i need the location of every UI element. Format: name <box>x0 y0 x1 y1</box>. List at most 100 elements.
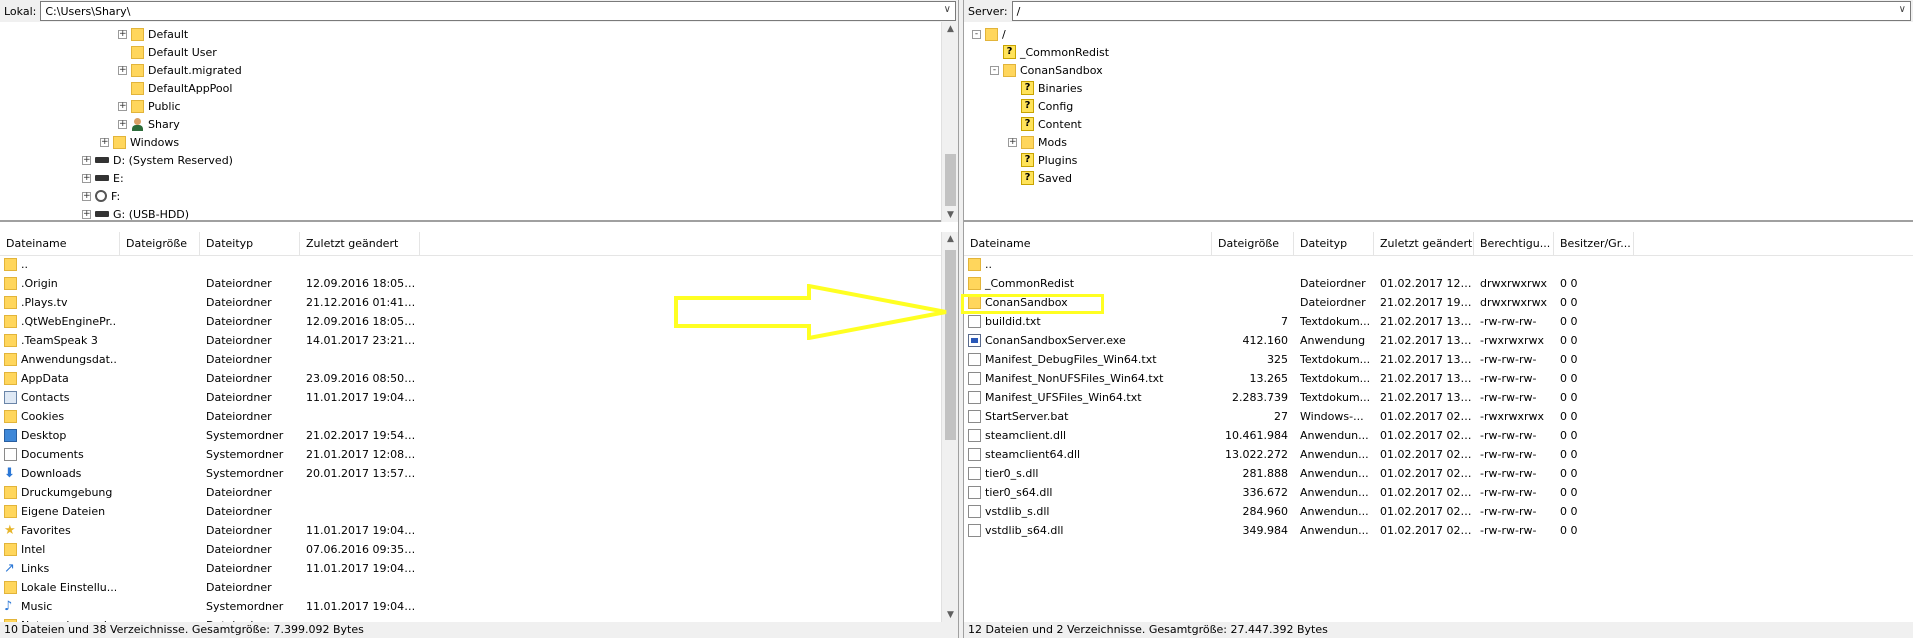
scrollbar-thumb[interactable] <box>945 154 956 206</box>
expand-icon[interactable]: + <box>118 65 127 75</box>
tree-node[interactable]: ? Saved <box>1008 169 1072 187</box>
tree-node-label: D: (System Reserved) <box>113 153 233 167</box>
cell-name: buildid.txt <box>968 312 1208 331</box>
tree-node[interactable]: ? Config <box>1008 97 1073 115</box>
table-row[interactable]: tier0_s64.dll 336.672 Anwendun... 01.02.201… <box>964 483 1913 502</box>
remote-path-input[interactable]: / ∨ <box>1011 1 1911 21</box>
collapse-icon[interactable]: - <box>990 65 999 75</box>
expand-icon[interactable]: + <box>82 155 91 165</box>
table-row[interactable]: ⬇ Downloads Systemordner 20.01.2017 13:57:1… <box>0 464 958 483</box>
table-row[interactable]: Manifest_DebugFiles_Win64.txt 325 Textdoku… <box>964 350 1913 369</box>
table-row[interactable]: ConanSandbox Dateiordner 21.02.2017 19:1..… <box>964 293 1913 312</box>
table-row[interactable]: Eigene Dateien Dateiordner <box>0 502 958 521</box>
file-icon <box>968 429 981 442</box>
tree-node[interactable]: - ConanSandbox <box>990 61 1103 79</box>
table-row[interactable]: Documents Systemordner 21.01.2017 12:08:43 <box>0 445 958 464</box>
table-row[interactable]: Desktop Systemordner 21.02.2017 19:54:18 <box>0 426 958 445</box>
table-row[interactable]: vstdlib_s64.dll 349.984 Anwendun... 01.02.2… <box>964 521 1913 540</box>
expand-icon[interactable]: + <box>82 173 91 183</box>
file-name: Desktop <box>21 429 67 442</box>
column-header[interactable]: Dateigröße <box>1212 232 1294 256</box>
file-name: Eigene Dateien <box>21 505 106 518</box>
expand-icon[interactable]: + <box>118 101 127 111</box>
tree-node[interactable]: - / <box>972 25 1006 43</box>
cell-modified: 11.01.2017 19:04:53 <box>306 600 418 613</box>
column-header-label: Dateigröße <box>1218 237 1280 250</box>
collapse-icon[interactable]: - <box>972 29 981 39</box>
table-row[interactable]: Anwendungsdat... Dateiordner <box>0 350 958 369</box>
column-header[interactable]: Dateiname <box>964 232 1212 256</box>
tree-node[interactable]: ? Content <box>1008 115 1082 133</box>
table-row[interactable]: ↗ Links Dateiordner 11.01.2017 19:04:53 <box>0 559 958 578</box>
file-name: .Origin <box>21 277 58 290</box>
column-header[interactable]: Zuletzt geändert <box>1374 232 1474 256</box>
table-row[interactable]: Manifest_NonUFSFiles_Win64.txt 13.265 Text… <box>964 369 1913 388</box>
column-header[interactable]: Zuletzt geändert <box>300 232 420 256</box>
tree-node-label: G: (USB-HDD) <box>113 207 190 221</box>
tree-node[interactable]: + E: <box>82 169 124 187</box>
table-row[interactable]: vstdlib_s.dll 284.960 Anwendun... 01.02.201… <box>964 502 1913 521</box>
scroll-down-icon[interactable]: ▼ <box>942 610 958 620</box>
table-row[interactable]: Intel Dateiordner 07.06.2016 09:35:08 <box>0 540 958 559</box>
table-row[interactable]: Contacts Dateiordner 11.01.2017 19:04:53 <box>0 388 958 407</box>
table-row[interactable]: ★ Favorites Dateiordner 11.01.2017 19:04:53 <box>0 521 958 540</box>
scroll-up-icon[interactable]: ▲ <box>942 24 958 34</box>
scrollbar-thumb[interactable] <box>945 250 956 440</box>
tree-node[interactable]: + Default <box>118 25 188 43</box>
table-row[interactable]: Cookies Dateiordner <box>0 407 958 426</box>
tree-node[interactable]: Default User <box>118 43 217 61</box>
expand-icon[interactable]: + <box>118 29 127 39</box>
table-row[interactable]: steamclient64.dll 13.022.272 Anwendun... 01… <box>964 445 1913 464</box>
table-row[interactable]: ConanSandboxServer.exe 412.160 Anwendung 21… <box>964 331 1913 350</box>
column-header[interactable]: Berechtigu... <box>1474 232 1554 256</box>
tree-node[interactable]: + Public <box>118 97 181 115</box>
tree-node[interactable]: + Shary <box>118 115 180 133</box>
tree-node[interactable]: ? Plugins <box>1008 151 1077 169</box>
tree-node[interactable]: + F: <box>82 187 120 205</box>
table-row[interactable]: tier0_s.dll 281.888 Anwendun... 01.02.2017 … <box>964 464 1913 483</box>
chevron-down-icon[interactable]: ∨ <box>944 4 951 15</box>
scroll-down-icon[interactable]: ▼ <box>942 210 958 220</box>
expand-icon[interactable]: + <box>82 191 91 201</box>
tree-node[interactable]: ? Binaries <box>1008 79 1082 97</box>
table-row[interactable]: AppData Dateiordner 23.09.2016 08:50:05 <box>0 369 958 388</box>
table-row[interactable]: ♪ Music Systemordner 11.01.2017 19:04:53 <box>0 597 958 616</box>
remote-path-value: / <box>1016 4 1021 18</box>
column-header[interactable]: Dateityp <box>1294 232 1374 256</box>
expand-icon[interactable]: + <box>1008 137 1017 147</box>
folder-icon <box>131 99 144 113</box>
cell-size <box>1218 274 1288 293</box>
tree-node[interactable]: ? _CommonRedist <box>990 43 1109 61</box>
column-header[interactable]: Dateigröße <box>120 232 200 256</box>
cell-size: 27 <box>1274 410 1288 423</box>
table-row[interactable]: _CommonRedist Dateiordner 01.02.2017 12:2.… <box>964 274 1913 293</box>
table-row[interactable]: Druckumgebung Dateiordner <box>0 483 958 502</box>
tree-node[interactable]: + Mods <box>1008 133 1067 151</box>
scroll-up-icon[interactable]: ▲ <box>942 234 958 244</box>
folder-icon <box>4 334 17 347</box>
local-tree-scrollbar[interactable]: ▲ ▼ <box>941 22 958 222</box>
cell-perm: -rw-rw-rw- <box>1480 524 1537 537</box>
table-row[interactable]: Lokale Einstellu... Dateiordner <box>0 578 958 597</box>
local-path-input[interactable]: C:\Users\Shary\ ∨ <box>40 1 956 21</box>
expand-icon[interactable]: + <box>118 119 127 129</box>
cell-owner: 0 0 <box>1560 296 1578 309</box>
table-row[interactable]: .. <box>964 255 1913 274</box>
expand-icon[interactable]: + <box>100 137 109 147</box>
tree-node[interactable]: + G: (USB-HDD) <box>82 205 190 221</box>
chevron-down-icon[interactable]: ∨ <box>1899 4 1906 15</box>
tree-node[interactable]: + D: (System Reserved) <box>82 151 233 169</box>
tree-node[interactable]: + Default.migrated <box>118 61 242 79</box>
column-header[interactable]: Besitzer/Gr... <box>1554 232 1634 256</box>
column-header[interactable]: Dateiname <box>0 232 120 256</box>
table-row[interactable]: steamclient.dll 10.461.984 Anwendun... 01.0… <box>964 426 1913 445</box>
table-row[interactable]: Manifest_UFSFiles_Win64.txt 2.283.739 Text… <box>964 388 1913 407</box>
tree-node[interactable]: + Windows <box>100 133 179 151</box>
column-header[interactable]: Dateityp <box>200 232 300 256</box>
table-row[interactable]: .. <box>0 255 958 274</box>
tree-node[interactable]: DefaultAppPool <box>118 79 232 97</box>
expand-icon[interactable]: + <box>82 209 91 219</box>
table-row[interactable]: buildid.txt 7 Textdokum... 21.02.2017 13:1.… <box>964 312 1913 331</box>
tree-node-label: _CommonRedist <box>1020 45 1110 59</box>
table-row[interactable]: StartServer.bat 27 Windows-... 01.02.2017 0… <box>964 407 1913 426</box>
